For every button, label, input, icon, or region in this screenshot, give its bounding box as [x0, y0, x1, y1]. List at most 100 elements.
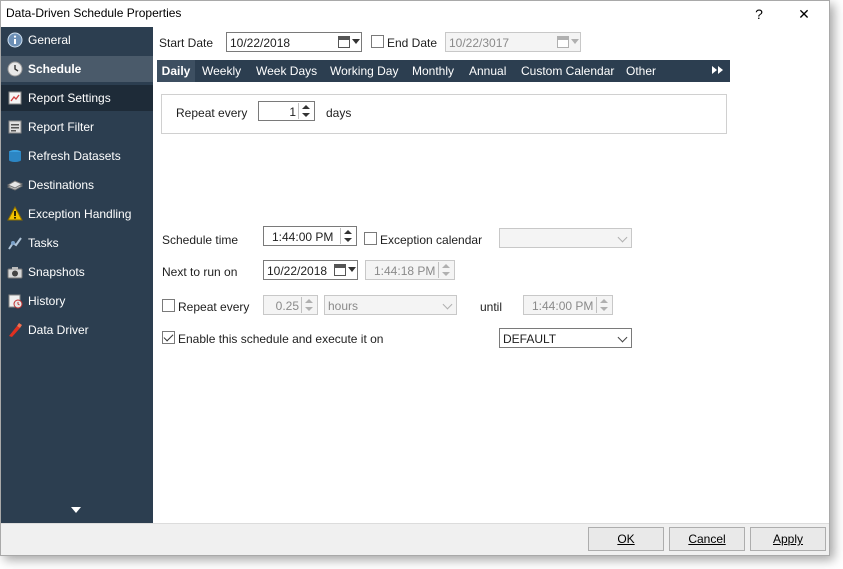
daily-options-group: Repeat every 1 days: [161, 94, 727, 134]
repeat-every-days-stepper[interactable]: 1: [258, 101, 315, 121]
ok-button-label: OK: [617, 532, 635, 546]
history-icon: [8, 294, 23, 309]
execute-on-select[interactable]: DEFAULT: [499, 328, 632, 348]
cancel-button[interactable]: Cancel: [669, 527, 745, 551]
sidebar-item-label: Report Filter: [28, 120, 95, 134]
close-button[interactable]: ✕: [791, 3, 817, 25]
window-title: Data-Driven Schedule Properties: [6, 6, 182, 20]
sidebar-item-label: History: [28, 294, 66, 308]
sidebar-item-destinations[interactable]: Destinations: [1, 172, 153, 198]
sidebar-item-label: Report Settings: [28, 91, 111, 105]
schedule-panel: Start Date 10/22/2018 End Date 10/22/301…: [153, 27, 829, 523]
schedule-time-value: 1:44:00 PM: [272, 230, 334, 244]
execute-on-value: DEFAULT: [503, 332, 557, 346]
calendar-dropdown-icon[interactable]: [556, 35, 579, 49]
sidebar: General Schedule Report Settings Report …: [1, 27, 153, 523]
tab-working-day[interactable]: Working Day: [330, 60, 398, 82]
spinner-arrows-icon[interactable]: [340, 228, 355, 244]
chevron-down-icon: [617, 232, 628, 243]
repeat-interval-value: 0.25: [275, 299, 299, 313]
data-driver-icon: [9, 323, 22, 337]
end-date-picker[interactable]: 10/22/3017: [445, 32, 581, 52]
next-run-date-picker[interactable]: 10/22/2018: [263, 260, 358, 280]
exception-calendar-label: Exception calendar: [380, 233, 483, 247]
warning-icon: [7, 206, 23, 221]
sidebar-item-label: Destinations: [28, 178, 95, 192]
tab-monthly[interactable]: Monthly: [412, 60, 454, 82]
sidebar-item-general[interactable]: General: [1, 27, 153, 53]
refresh-icon: [9, 150, 21, 162]
repeat-interval-unit-select[interactable]: hours: [324, 295, 457, 315]
repeat-every-days-value: 1: [289, 105, 296, 119]
sidebar-item-history[interactable]: History: [1, 288, 153, 314]
sidebar-item-exception-handling[interactable]: Exception Handling: [1, 201, 153, 227]
end-date-value: 10/22/3017: [449, 36, 510, 50]
sidebar-item-label: Refresh Datasets: [28, 149, 121, 163]
next-run-time-value: 1:44:18 PM: [374, 264, 436, 278]
exception-calendar-select[interactable]: [499, 228, 632, 248]
sidebar-item-label: Schedule: [28, 62, 82, 76]
enable-schedule-checkbox[interactable]: [162, 331, 175, 344]
scroll-down-arrow-icon[interactable]: [71, 507, 81, 513]
calendar-dropdown-icon[interactable]: [337, 35, 360, 49]
tasks-icon: [8, 237, 22, 250]
sidebar-item-label: Exception Handling: [28, 207, 132, 221]
sidebar-item-label: Snapshots: [28, 265, 85, 279]
sidebar-item-schedule[interactable]: Schedule: [1, 56, 153, 82]
schedule-time-input[interactable]: 1:44:00 PM: [263, 226, 357, 246]
start-date-picker[interactable]: 10/22/2018: [226, 32, 362, 52]
title-bar: Data-Driven Schedule Properties ? ✕: [1, 1, 829, 27]
until-time-value: 1:44:00 PM: [532, 299, 594, 313]
cancel-button-label: Cancel: [688, 532, 726, 546]
spinner-arrows-icon[interactable]: [438, 262, 453, 278]
apply-button-label: Apply: [772, 532, 804, 546]
tab-daily[interactable]: Daily: [157, 60, 195, 82]
calendar-dropdown-icon[interactable]: [333, 263, 356, 277]
sidebar-item-label: Tasks: [28, 236, 59, 250]
next-to-run-label: Next to run on: [162, 265, 238, 279]
repeat-every-label: Repeat every: [176, 106, 248, 120]
ok-button[interactable]: OK: [588, 527, 664, 551]
end-date-checkbox[interactable]: [371, 35, 384, 48]
tab-week-days[interactable]: Week Days: [256, 60, 317, 82]
filter-icon: [8, 120, 22, 134]
tab-weekly[interactable]: Weekly: [202, 60, 241, 82]
until-time-input[interactable]: 1:44:00 PM: [523, 295, 613, 315]
tab-annual[interactable]: Annual: [469, 60, 506, 82]
spinner-arrows-icon[interactable]: [298, 103, 313, 119]
report-icon: [8, 91, 22, 105]
frequency-tab-bar: Daily Weekly Week Days Working Day Month…: [157, 60, 730, 82]
sidebar-item-data-driver[interactable]: Data Driver: [1, 317, 153, 343]
tab-custom-calendar[interactable]: Custom Calendar: [521, 60, 614, 82]
spinner-arrows-icon[interactable]: [301, 297, 316, 313]
exception-calendar-checkbox[interactable]: [364, 232, 377, 245]
sidebar-item-snapshots[interactable]: Snapshots: [1, 259, 153, 285]
spinner-arrows-icon[interactable]: [596, 297, 611, 313]
until-label: until: [480, 300, 503, 314]
sidebar-item-report-settings[interactable]: Report Settings: [1, 85, 153, 111]
more-tabs-icon[interactable]: [712, 66, 724, 76]
sidebar-item-report-filter[interactable]: Report Filter: [1, 114, 153, 140]
sidebar-item-tasks[interactable]: Tasks: [1, 230, 153, 256]
end-date-label: End Date: [387, 36, 438, 50]
apply-button[interactable]: Apply: [750, 527, 826, 551]
destinations-icon: [7, 180, 23, 191]
next-run-date-value: 10/22/2018: [267, 264, 328, 278]
help-button[interactable]: ?: [746, 3, 772, 25]
clock-icon: [7, 61, 23, 77]
schedule-time-label: Schedule time: [162, 233, 239, 247]
start-date-label: Start Date: [159, 36, 214, 50]
sidebar-item-label: Data Driver: [28, 323, 89, 337]
dialog-window: Data-Driven Schedule Properties ? ✕ Gene…: [0, 0, 830, 556]
info-icon: [7, 32, 23, 48]
repeat-interval-checkbox[interactable]: [162, 299, 175, 312]
dialog-footer: OK Cancel Apply: [1, 523, 829, 555]
tab-other[interactable]: Other: [626, 60, 656, 82]
start-date-value: 10/22/2018: [230, 36, 291, 50]
chevron-down-icon: [442, 299, 453, 310]
sidebar-item-label: General: [28, 33, 71, 47]
next-run-time-input[interactable]: 1:44:18 PM: [365, 260, 455, 280]
chevron-down-icon: [617, 332, 628, 343]
sidebar-item-refresh-datasets[interactable]: Refresh Datasets: [1, 143, 153, 169]
repeat-interval-stepper[interactable]: 0.25: [263, 295, 318, 315]
